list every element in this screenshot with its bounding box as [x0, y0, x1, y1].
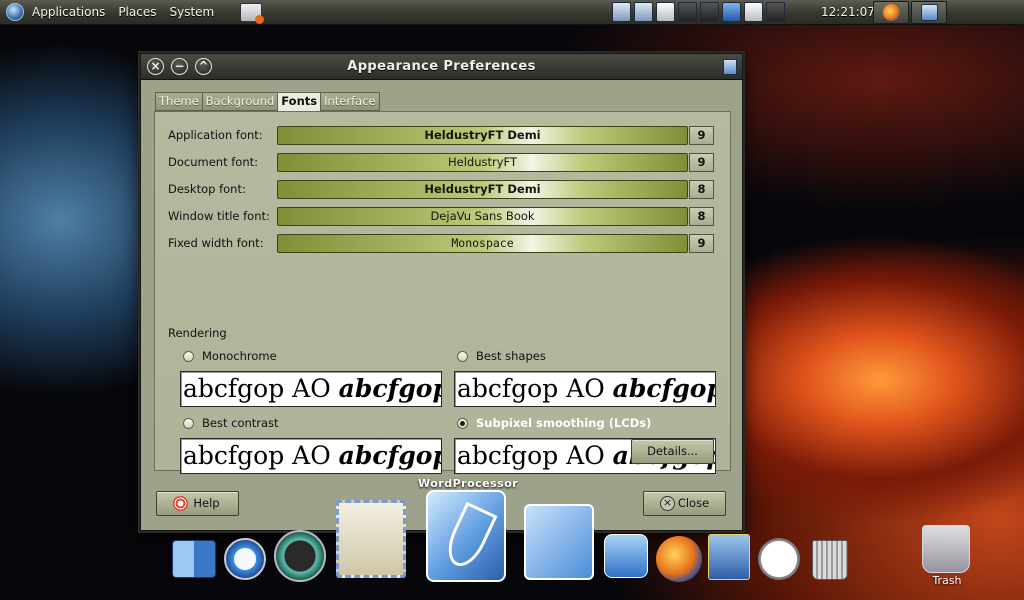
fonts-panel: Application font: HeldustryFT Demi 9 Doc…	[154, 111, 731, 474]
appearance-preferences-window: × − ^ Appearance Preferences Theme Backg…	[140, 53, 743, 531]
pointer-icon[interactable]	[722, 2, 741, 22]
lifebuoy-icon	[173, 496, 188, 511]
monochrome-label: Monochrome	[202, 349, 277, 363]
desktop-font-row: Desktop font: HeldustryFT Demi 8	[155, 180, 730, 199]
best-contrast-preview[interactable]: abcfgop AO abcfgop	[180, 438, 442, 474]
rendering-heading: Rendering	[168, 326, 227, 340]
menu-applications[interactable]: Applications	[32, 5, 105, 19]
firefox-icon[interactable]	[656, 536, 702, 582]
application-font-size[interactable]: 9	[689, 126, 714, 145]
firefox-icon	[883, 4, 900, 21]
menu-system[interactable]: System	[169, 5, 214, 19]
taskbar-firefox-button[interactable]	[873, 1, 909, 24]
finder-icon[interactable]	[172, 540, 216, 578]
menu-places[interactable]: Places	[118, 5, 156, 19]
tab-bar: Theme Background Fonts Interface	[155, 92, 380, 112]
sample-italic: abcfgop	[612, 374, 716, 403]
monochrome-option[interactable]: Monochrome	[183, 349, 277, 363]
system-tray	[612, 2, 785, 22]
dock-hover-label: WordProcessor	[418, 477, 519, 490]
clock[interactable]: 12:21:07	[821, 5, 875, 19]
window-title-font-label: Window title font:	[168, 209, 270, 223]
window-title-font-row: Window title font: DejaVu Sans Book 8	[155, 207, 730, 226]
document-font-size[interactable]: 9	[689, 153, 714, 172]
desktop-font-size[interactable]: 8	[689, 180, 714, 199]
appearance-icon	[921, 4, 938, 21]
tab-background[interactable]: Background	[201, 92, 279, 111]
trash-label[interactable]: Trash	[925, 574, 969, 587]
workspace-switcher-icon[interactable]	[700, 2, 719, 22]
documents-stack-icon[interactable]	[708, 534, 750, 580]
application-font-row: Application font: HeldustryFT Demi 9	[155, 126, 730, 145]
subpixel-smoothing-option[interactable]: Subpixel smoothing (LCDs)	[457, 416, 651, 430]
window-list-icon[interactable]	[634, 2, 653, 22]
network-monitor-icon[interactable]	[240, 3, 264, 24]
best-shapes-option[interactable]: Best shapes	[457, 349, 546, 363]
best-shapes-radio[interactable]	[457, 350, 468, 362]
best-shapes-label: Best shapes	[476, 349, 546, 363]
help-button[interactable]: Help	[156, 491, 239, 516]
subpixel-smoothing-radio[interactable]	[457, 417, 468, 429]
distro-logo-icon[interactable]	[6, 3, 24, 21]
best-contrast-label: Best contrast	[202, 416, 279, 430]
window-titlebar[interactable]: × − ^ Appearance Preferences	[141, 54, 742, 80]
window-menu-icon[interactable]	[723, 59, 737, 75]
tab-interface[interactable]: Interface	[320, 92, 380, 111]
window-title: Appearance Preferences	[347, 59, 536, 74]
fixed-width-font-label: Fixed width font:	[168, 236, 264, 250]
monochrome-radio[interactable]	[183, 350, 194, 362]
tab-theme[interactable]: Theme	[155, 92, 203, 111]
application-font-label: Application font:	[168, 128, 263, 142]
close-button[interactable]: × Close	[643, 491, 726, 516]
sample-italic: abcfgop	[338, 374, 442, 403]
desktop-font-label: Desktop font:	[168, 182, 246, 196]
sample-plain: abcfgop AO	[457, 374, 613, 403]
volume-icon[interactable]	[766, 2, 785, 22]
sample-plain: abcfgop AO	[183, 441, 339, 470]
close-label: Close	[677, 496, 710, 510]
sample-plain: abcfgop AO	[183, 374, 339, 403]
trash-icon[interactable]	[922, 525, 970, 573]
fixed-width-font-size[interactable]: 9	[689, 234, 714, 253]
details-button[interactable]: Details...	[631, 439, 714, 464]
best-contrast-option[interactable]: Best contrast	[183, 416, 279, 430]
time-machine-icon[interactable]	[274, 530, 326, 582]
document-font-row: Document font: HeldustryFT 9	[155, 153, 730, 172]
safari-icon[interactable]	[224, 538, 266, 580]
window-title-font-button[interactable]: DejaVu Sans Book	[277, 207, 688, 226]
help-label: Help	[193, 496, 220, 510]
application-font-button[interactable]: HeldustryFT Demi	[277, 126, 688, 145]
top-panel: Applications Places System 12:21:07	[0, 0, 1024, 25]
sample-plain: abcfgop AO	[457, 441, 613, 470]
document-font-button[interactable]: HeldustryFT	[277, 153, 688, 172]
word-processor-icon[interactable]	[426, 490, 506, 582]
window-title-font-size[interactable]: 8	[689, 207, 714, 226]
openoffice-icon[interactable]	[524, 504, 594, 580]
document-font-label: Document font:	[168, 155, 258, 169]
fixed-width-font-button[interactable]: Monospace	[277, 234, 688, 253]
sample-italic: abcfgop	[338, 441, 442, 470]
fixed-width-font-row: Fixed width font: Monospace 9	[155, 234, 730, 253]
dock-trash-icon[interactable]	[812, 540, 848, 580]
best-contrast-radio[interactable]	[183, 417, 194, 429]
subpixel-smoothing-label: Subpixel smoothing (LCDs)	[476, 416, 652, 430]
monochrome-preview[interactable]: abcfgop AO abcfgop	[180, 371, 442, 407]
mail-icon[interactable]	[336, 500, 406, 578]
display-icon[interactable]	[678, 2, 697, 22]
best-shapes-preview[interactable]: abcfgop AO abcfgop	[454, 371, 716, 407]
desktop-font-button[interactable]: HeldustryFT Demi	[277, 180, 688, 199]
network-icon[interactable]	[744, 2, 763, 22]
close-icon: ×	[660, 496, 675, 511]
file-manager-icon[interactable]	[612, 2, 631, 22]
tab-fonts[interactable]: Fonts	[277, 92, 322, 112]
keyboard-icon[interactable]	[656, 2, 675, 22]
taskbar-appearance-button[interactable]	[911, 1, 947, 24]
messenger-icon[interactable]	[604, 534, 648, 578]
clock-icon[interactable]	[758, 538, 800, 580]
